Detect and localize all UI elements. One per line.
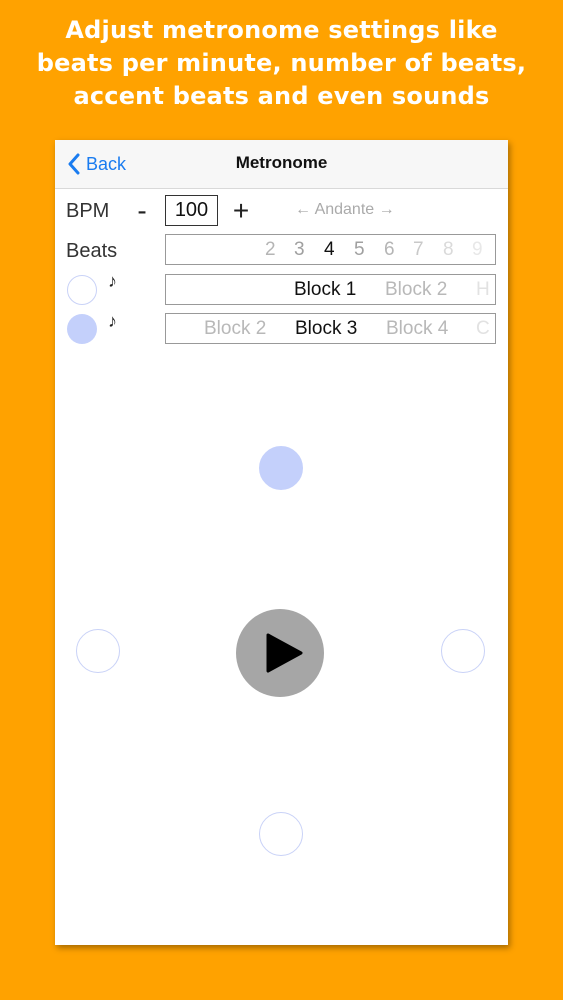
beats-option[interactable]: 3	[294, 239, 305, 261]
note-icon: ♪	[108, 271, 117, 291]
bpm-decrease-button[interactable]: -	[128, 197, 156, 225]
sound-option[interactable]: Block 2	[204, 318, 266, 340]
promo-line-3: accent beats and even sounds	[73, 82, 490, 110]
beats-option-selected[interactable]: 4	[324, 239, 335, 261]
navigation-bar: Back Metronome	[55, 140, 508, 189]
beat-indicator-4	[76, 629, 120, 673]
tempo-label: ← Andante →	[295, 201, 395, 218]
sound-picker-accent[interactable]: Block 2 Block 3 Block 4 C	[165, 313, 496, 344]
beats-option[interactable]: 2	[265, 239, 276, 261]
accent-toggle-on[interactable]	[67, 314, 97, 344]
promo-text: Adjust metronome settings like beats per…	[0, 14, 563, 113]
accent-toggle-off[interactable]	[67, 275, 97, 305]
promo-line-2: beats per minute, number of beats,	[36, 49, 527, 77]
sound-option-selected[interactable]: Block 3	[295, 318, 357, 340]
beats-label: Beats	[66, 240, 118, 262]
promo-line-1: Adjust metronome settings like	[65, 16, 498, 44]
beat-indicator-2	[441, 629, 485, 673]
play-icon	[266, 633, 303, 673]
sound-option[interactable]: C	[476, 318, 490, 340]
sound-option[interactable]: H	[476, 279, 490, 301]
beats-option[interactable]: 8	[443, 239, 454, 261]
beats-option[interactable]: 6	[384, 239, 395, 261]
play-button[interactable]	[236, 609, 324, 697]
beats-picker[interactable]: 2 3 4 5 6 7 8 9	[165, 234, 496, 265]
beats-option[interactable]: 5	[354, 239, 365, 261]
beats-option[interactable]: 9	[472, 239, 483, 261]
bpm-label: BPM	[66, 200, 110, 222]
bpm-input[interactable]: 100	[165, 195, 218, 226]
sound-picker-normal[interactable]: Block 1 Block 2 H	[165, 274, 496, 305]
bpm-increase-button[interactable]: +	[227, 197, 255, 225]
note-icon: ♪	[108, 311, 117, 331]
beat-indicator-3	[259, 812, 303, 856]
beats-option[interactable]: 7	[413, 239, 424, 261]
beat-indicator-1	[259, 446, 303, 490]
app-screen: Back Metronome BPM - 100 + ← Andante → B…	[55, 140, 508, 945]
sound-option[interactable]: Block 2	[385, 279, 447, 301]
sound-option-selected[interactable]: Block 1	[294, 279, 356, 301]
page-title: Metronome	[235, 153, 328, 172]
sound-option[interactable]: Block 4	[386, 318, 448, 340]
